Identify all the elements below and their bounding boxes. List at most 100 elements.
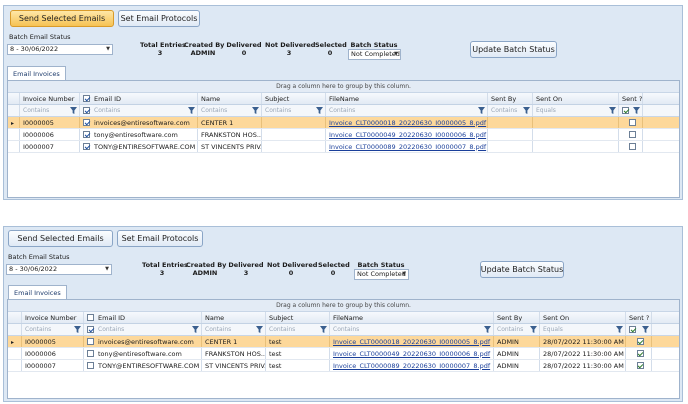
filter-invoice-number[interactable]: Contains [22, 324, 84, 335]
filter-sent-on[interactable]: Equals [533, 105, 619, 116]
filter-email-id[interactable]: Contains [84, 324, 202, 335]
filter-icon[interactable] [609, 107, 616, 114]
batch-email-status-select[interactable]: 8 - 30/06/2022 ▼ [7, 44, 113, 55]
filter-name[interactable]: Contains [202, 324, 266, 335]
cell-filename[interactable]: Invoice_CLT0000089_20220630_I0000007_8.p… [326, 141, 488, 152]
filter-name[interactable]: Contains [198, 105, 262, 116]
send-selected-emails-button[interactable]: Send Selected Emails [10, 10, 114, 27]
filter-icon[interactable] [633, 107, 640, 114]
filter-sent-checkbox[interactable] [629, 326, 636, 333]
filter-icon[interactable] [320, 326, 327, 333]
select-all-checkbox[interactable] [87, 314, 94, 321]
filter-subject[interactable]: Contains [262, 105, 326, 116]
row-select-checkbox[interactable] [83, 131, 90, 138]
tab-email-invoices[interactable]: Email Invoices [8, 285, 67, 299]
set-email-protocols-button[interactable]: Set Email Protocols [117, 230, 203, 247]
filter-icon[interactable] [478, 107, 485, 114]
filter-subject[interactable]: Contains [266, 324, 330, 335]
col-email-id[interactable]: Email ID [84, 312, 202, 323]
filter-icon[interactable] [252, 107, 259, 114]
cell-filename[interactable]: Invoice_CLT0000049_20220630_I0000006_8.p… [330, 348, 494, 359]
cell-email-id[interactable]: invoices@entiresoftware.com [80, 117, 198, 128]
file-link[interactable]: Invoice_CLT0000049_20220630_I0000006_8.p… [333, 350, 490, 358]
filter-sent-on[interactable]: Equals [540, 324, 626, 335]
row-select-checkbox[interactable] [87, 350, 94, 357]
filter-icon[interactable] [74, 326, 81, 333]
filter-filename[interactable]: Contains [326, 105, 488, 116]
cell-name: CENTER 1 [202, 336, 266, 347]
update-batch-status-button[interactable]: Update Batch Status [470, 41, 557, 58]
row-select-checkbox[interactable] [87, 362, 94, 369]
col-sent-by[interactable]: Sent By [488, 93, 533, 104]
cell-email-id[interactable]: TONY@ENTIRESOFTWARE.COM [84, 360, 202, 371]
filter-icon[interactable] [188, 107, 195, 114]
email-text: tony@entiresoftware.com [98, 349, 182, 358]
filter-icon[interactable] [70, 107, 77, 114]
batch-status-select[interactable]: Not Completed ▼ [348, 49, 401, 60]
batch-email-status-select[interactable]: 8 - 30/06/2022 ▼ [6, 264, 112, 275]
cell-filename[interactable]: Invoice_CLT0000049_20220630_I0000006_8.p… [326, 129, 488, 140]
cell-filename[interactable]: Invoice_CLT0000089_20220630_I0000007_8.p… [330, 360, 494, 371]
filter-icon[interactable] [484, 326, 491, 333]
col-filename[interactable]: FileName [330, 312, 494, 323]
batch-status-select[interactable]: Not Completed ▼ [354, 269, 409, 280]
col-sent-on[interactable]: Sent On [533, 93, 619, 104]
col-invoice-number[interactable]: Invoice Number [22, 312, 84, 323]
table-row[interactable]: ▸ I0000005 invoices@entiresoftware.com C… [8, 117, 679, 129]
cell-filename[interactable]: Invoice_CLT0000018_20220630_I0000005_8.p… [326, 117, 488, 128]
col-invoice-number[interactable]: Invoice Number [20, 93, 80, 104]
cell-filename[interactable]: Invoice_CLT0000018_20220630_I0000005_8.p… [330, 336, 494, 347]
row-select-checkbox[interactable] [83, 119, 90, 126]
group-by-drag-area[interactable]: Drag a column here to group by this colu… [8, 81, 679, 93]
set-email-protocols-button[interactable]: Set Email Protocols [118, 10, 200, 27]
group-by-drag-area[interactable]: Drag a column here to group by this colu… [8, 300, 679, 312]
col-sent[interactable]: Sent ? [619, 93, 643, 104]
cell-email-id[interactable]: tony@entiresoftware.com [80, 129, 198, 140]
cell-email-id[interactable]: tony@entiresoftware.com [84, 348, 202, 359]
filter-filename[interactable]: Contains [330, 324, 494, 335]
table-row[interactable]: I0000007 TONY@ENTIRESOFTWARE.COM ST VINC… [8, 141, 679, 153]
file-link[interactable]: Invoice_CLT0000089_20220630_I0000007_8.p… [333, 362, 490, 370]
filter-icon[interactable] [316, 107, 323, 114]
filter-sent-by[interactable]: Contains [488, 105, 533, 116]
col-filename[interactable]: FileName [326, 93, 488, 104]
col-sent[interactable]: Sent ? [626, 312, 652, 323]
cell-email-id[interactable]: invoices@entiresoftware.com [84, 336, 202, 347]
filter-checkbox[interactable] [83, 107, 90, 114]
col-name[interactable]: Name [202, 312, 266, 323]
filter-sent[interactable] [626, 324, 652, 335]
tab-email-invoices[interactable]: Email Invoices [7, 66, 66, 80]
cell-email-id[interactable]: TONY@ENTIRESOFTWARE.COM [80, 141, 198, 152]
file-link[interactable]: Invoice_CLT0000018_20220630_I0000005_8.p… [333, 338, 490, 346]
row-select-checkbox[interactable] [87, 338, 94, 345]
update-batch-status-button[interactable]: Update Batch Status [480, 261, 564, 278]
filter-icon[interactable] [192, 326, 199, 333]
filter-sent-checkbox[interactable] [622, 107, 629, 114]
filter-icon[interactable] [256, 326, 263, 333]
filter-icon[interactable] [616, 326, 623, 333]
file-link[interactable]: Invoice_CLT0000018_20220630_I0000005_8.p… [329, 119, 486, 127]
filter-sent-by[interactable]: Contains [494, 324, 540, 335]
filter-checkbox[interactable] [87, 326, 94, 333]
file-link[interactable]: Invoice_CLT0000049_20220630_I0000006_8.p… [329, 131, 486, 139]
filter-icon[interactable] [642, 326, 649, 333]
row-select-checkbox[interactable] [83, 143, 90, 150]
col-name[interactable]: Name [198, 93, 262, 104]
col-subject[interactable]: Subject [262, 93, 326, 104]
col-sent-by[interactable]: Sent By [494, 312, 540, 323]
table-row[interactable]: ▸ I0000005 invoices@entiresoftware.com C… [8, 336, 679, 348]
table-row[interactable]: I0000006 tony@entiresoftware.com FRANKST… [8, 129, 679, 141]
col-subject[interactable]: Subject [266, 312, 330, 323]
table-row[interactable]: I0000006 tony@entiresoftware.com FRANKST… [8, 348, 679, 360]
select-all-checkbox[interactable] [83, 95, 90, 102]
filter-sent[interactable] [619, 105, 643, 116]
table-row[interactable]: I0000007 TONY@ENTIRESOFTWARE.COM ST VINC… [8, 360, 679, 372]
filter-icon[interactable] [523, 107, 530, 114]
send-selected-emails-button[interactable]: Send Selected Emails [8, 230, 113, 247]
filter-email-id[interactable]: Contains [80, 105, 198, 116]
file-link[interactable]: Invoice_CLT0000089_20220630_I0000007_8.p… [329, 143, 486, 151]
filter-icon[interactable] [530, 326, 537, 333]
filter-invoice-number[interactable]: Contains [20, 105, 80, 116]
col-sent-on[interactable]: Sent On [540, 312, 626, 323]
col-email-id[interactable]: Email ID [80, 93, 198, 104]
